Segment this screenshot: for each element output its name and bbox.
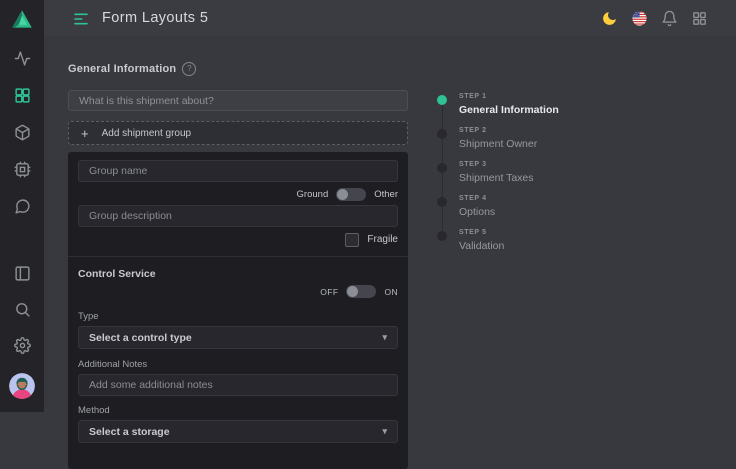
shipment-about-input[interactable]: [68, 90, 408, 111]
group-name-input[interactable]: [78, 160, 398, 182]
apps-grid-icon[interactable]: [689, 10, 710, 27]
group-description-input[interactable]: [78, 205, 398, 227]
additional-notes-input[interactable]: [78, 374, 398, 396]
notifications-bell-icon[interactable]: [659, 10, 680, 27]
user-avatar[interactable]: [9, 373, 35, 399]
step-title: General Information: [459, 104, 559, 116]
step-label: STEP 5: [459, 229, 504, 236]
step-title: Shipment Taxes: [459, 172, 534, 184]
on-label: ON: [384, 287, 398, 297]
notes-label: Additional Notes: [78, 359, 398, 370]
app-logo-icon[interactable]: [9, 7, 35, 33]
settings-gear-icon[interactable]: [14, 337, 31, 354]
step-title: Shipment Owner: [459, 138, 537, 150]
fragile-label: Fragile: [367, 234, 398, 245]
top-header: Form Layouts 5: [44, 0, 736, 36]
type-label: Type: [78, 311, 398, 322]
box-icon[interactable]: [14, 124, 31, 141]
control-type-value: Select a control type: [89, 332, 192, 344]
sidebar: [0, 0, 44, 412]
ground-other-switch[interactable]: [336, 188, 366, 201]
menu-toggle-icon[interactable]: [73, 11, 89, 25]
stepper-step-4[interactable]: STEP 4 Options: [437, 195, 559, 218]
step-label: STEP 3: [459, 161, 534, 168]
fragile-checkbox[interactable]: [345, 233, 359, 247]
control-type-select[interactable]: Select a control type ▾: [78, 326, 398, 349]
cpu-icon[interactable]: [14, 161, 31, 178]
step-title: Options: [459, 206, 495, 218]
layout-panel-icon[interactable]: [14, 265, 31, 282]
off-on-toggle-row: OFF ON: [78, 284, 398, 299]
header-actions: [599, 10, 710, 27]
section-heading-row: General Information ?: [68, 62, 408, 76]
form-column: General Information ? + Add shipment gro…: [68, 62, 408, 469]
sidebar-bottom: [9, 265, 35, 412]
switch-knob: [337, 189, 348, 200]
off-on-switch[interactable]: [346, 285, 376, 298]
chevron-down-icon: ▾: [382, 332, 387, 343]
off-label: OFF: [320, 287, 338, 297]
fragile-row: Fragile: [78, 232, 398, 247]
ground-label: Ground: [297, 189, 329, 200]
card-divider: [68, 256, 408, 257]
chat-bubble-icon[interactable]: [14, 198, 31, 215]
switch-knob: [347, 286, 358, 297]
ground-other-toggle-row: Ground Other: [78, 187, 398, 202]
step-label: STEP 1: [459, 93, 559, 100]
search-icon[interactable]: [14, 301, 31, 318]
section-heading: General Information: [68, 63, 176, 75]
stepper-step-3[interactable]: STEP 3 Shipment Taxes: [437, 161, 559, 184]
add-shipment-group-button[interactable]: + Add shipment group: [68, 121, 408, 145]
page-title: Form Layouts 5: [102, 10, 208, 26]
help-icon[interactable]: ?: [182, 62, 196, 76]
other-label: Other: [374, 189, 398, 200]
layouts-grid-icon[interactable]: [14, 87, 31, 104]
step-dot: [437, 95, 447, 105]
step-dot: [437, 163, 447, 173]
activity-icon[interactable]: [14, 50, 31, 67]
stepper-step-5[interactable]: STEP 5 Validation: [437, 229, 559, 252]
chevron-down-icon: ▾: [382, 426, 387, 437]
step-label: STEP 2: [459, 127, 537, 134]
storage-method-value: Select a storage: [89, 426, 170, 438]
stepper-step-2[interactable]: STEP 2 Shipment Owner: [437, 127, 559, 150]
method-label: Method: [78, 405, 398, 416]
wizard-stepper: STEP 1 General Information STEP 2 Shipme…: [437, 93, 559, 263]
control-service-label: Control Service: [78, 268, 398, 280]
step-title: Validation: [459, 240, 504, 252]
add-shipment-group-label: Add shipment group: [102, 128, 192, 139]
storage-method-select[interactable]: Select a storage ▾: [78, 420, 398, 443]
step-label: STEP 4: [459, 195, 495, 202]
theme-moon-icon[interactable]: [599, 10, 620, 27]
shipment-group-card: Ground Other Fragile Control Service OFF…: [68, 152, 408, 469]
plus-icon: +: [81, 127, 89, 140]
language-flag-icon[interactable]: [629, 10, 650, 27]
stepper-step-1[interactable]: STEP 1 General Information: [437, 93, 559, 116]
step-dot: [437, 197, 447, 207]
step-dot: [437, 231, 447, 241]
step-dot: [437, 129, 447, 139]
